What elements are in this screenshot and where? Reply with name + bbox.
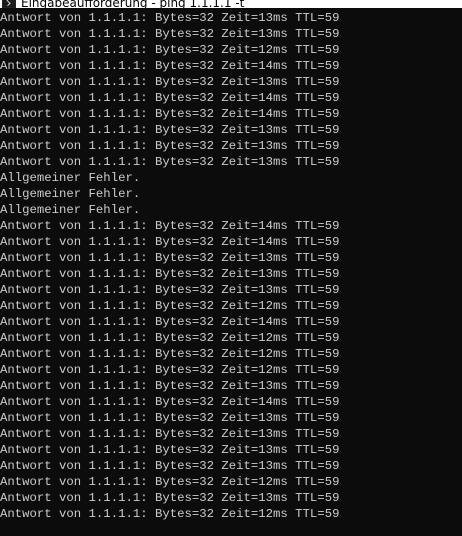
console-line: Antwort von 1.1.1.1: Bytes=32 Zeit=14ms … [0, 219, 340, 233]
console-line: Antwort von 1.1.1.1: Bytes=32 Zeit=13ms … [0, 459, 340, 473]
command-prompt-window: Eingabeaufforderung - ping 1.1.1.1 -t An… [0, 0, 462, 536]
console-line: Allgemeiner Fehler. [0, 203, 141, 217]
console-line: Antwort von 1.1.1.1: Bytes=32 Zeit=12ms … [0, 507, 340, 521]
console-line: Antwort von 1.1.1.1: Bytes=32 Zeit=13ms … [0, 283, 340, 297]
console-output[interactable]: Antwort von 1.1.1.1: Bytes=32 Zeit=13ms … [0, 10, 462, 536]
console-line: Antwort von 1.1.1.1: Bytes=32 Zeit=13ms … [0, 427, 340, 441]
console-line: Antwort von 1.1.1.1: Bytes=32 Zeit=12ms … [0, 331, 340, 345]
console-line: Antwort von 1.1.1.1: Bytes=32 Zeit=13ms … [0, 155, 340, 169]
console-line: Antwort von 1.1.1.1: Bytes=32 Zeit=14ms … [0, 395, 340, 409]
console-line: Antwort von 1.1.1.1: Bytes=32 Zeit=12ms … [0, 43, 340, 57]
console-line: Antwort von 1.1.1.1: Bytes=32 Zeit=14ms … [0, 59, 340, 73]
console-line: Antwort von 1.1.1.1: Bytes=32 Zeit=13ms … [0, 75, 340, 89]
console-line: Antwort von 1.1.1.1: Bytes=32 Zeit=13ms … [0, 491, 340, 505]
console-line: Antwort von 1.1.1.1: Bytes=32 Zeit=13ms … [0, 123, 340, 137]
title-bar[interactable]: Eingabeaufforderung - ping 1.1.1.1 -t [0, 0, 462, 8]
console-line: Antwort von 1.1.1.1: Bytes=32 Zeit=13ms … [0, 251, 340, 265]
console-line: Antwort von 1.1.1.1: Bytes=32 Zeit=13ms … [0, 11, 340, 25]
console-line: Antwort von 1.1.1.1: Bytes=32 Zeit=12ms … [0, 347, 340, 361]
cmd-icon [2, 0, 16, 8]
console-line: Allgemeiner Fehler. [0, 187, 141, 201]
window-title: Eingabeaufforderung - ping 1.1.1.1 -t [21, 0, 245, 8]
console-line: Antwort von 1.1.1.1: Bytes=32 Zeit=13ms … [0, 411, 340, 425]
console-line: Antwort von 1.1.1.1: Bytes=32 Zeit=13ms … [0, 139, 340, 153]
console-line: Antwort von 1.1.1.1: Bytes=32 Zeit=14ms … [0, 235, 340, 249]
console-line: Antwort von 1.1.1.1: Bytes=32 Zeit=14ms … [0, 315, 340, 329]
console-line: Antwort von 1.1.1.1: Bytes=32 Zeit=14ms … [0, 107, 340, 121]
console-line: Antwort von 1.1.1.1: Bytes=32 Zeit=12ms … [0, 299, 340, 313]
console-line: Antwort von 1.1.1.1: Bytes=32 Zeit=12ms … [0, 475, 340, 489]
console-line: Antwort von 1.1.1.1: Bytes=32 Zeit=13ms … [0, 267, 340, 281]
console-line: Antwort von 1.1.1.1: Bytes=32 Zeit=13ms … [0, 443, 340, 457]
console-line: Allgemeiner Fehler. [0, 171, 141, 185]
console-line: Antwort von 1.1.1.1: Bytes=32 Zeit=14ms … [0, 91, 340, 105]
console-line: Antwort von 1.1.1.1: Bytes=32 Zeit=12ms … [0, 363, 340, 377]
console-line: Antwort von 1.1.1.1: Bytes=32 Zeit=13ms … [0, 27, 340, 41]
console-line: Antwort von 1.1.1.1: Bytes=32 Zeit=13ms … [0, 379, 340, 393]
